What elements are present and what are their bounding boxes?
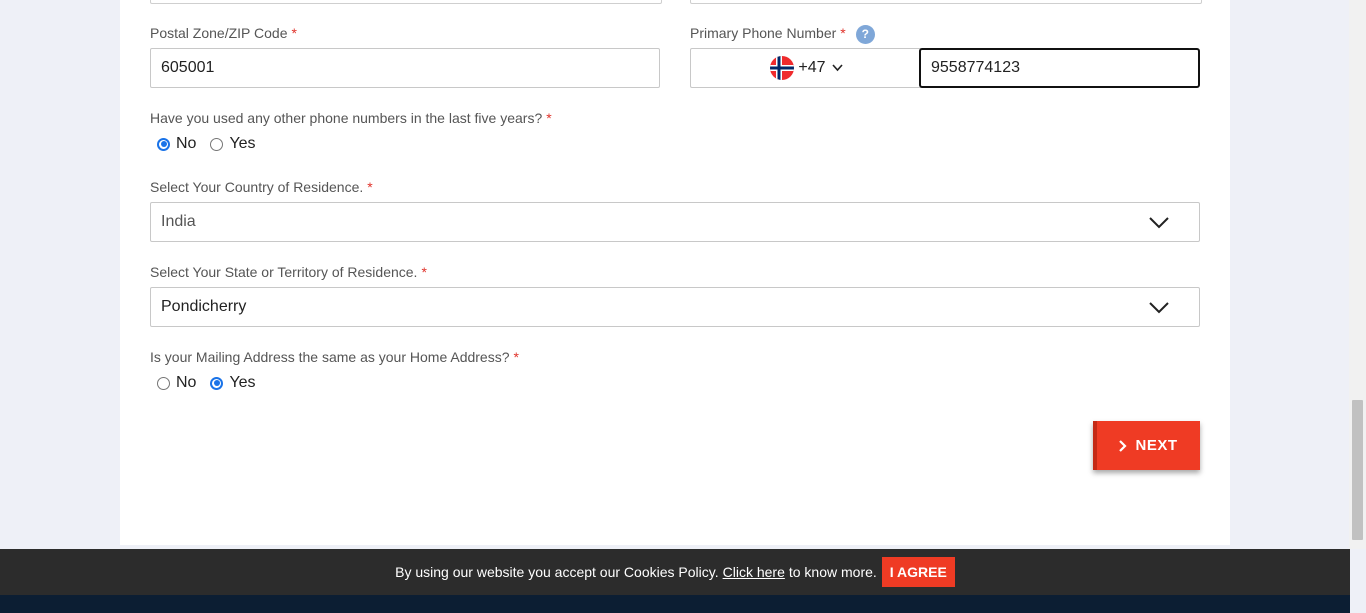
- previous-field-left[interactable]: [150, 0, 662, 4]
- form-card: Postal Zone/ZIP Code * 605001 Primary Pho…: [120, 0, 1230, 545]
- footer-strip: [0, 595, 1350, 613]
- state-label: Select Your State or Territory of Reside…: [150, 264, 427, 280]
- other-phones-radio-group: No Yes: [157, 135, 270, 153]
- cookie-text-after: to know more.: [788, 564, 877, 580]
- help-icon[interactable]: ?: [855, 25, 875, 44]
- mailing-same-yes-radio[interactable]: [210, 376, 224, 390]
- chevron-down-icon: [1149, 217, 1169, 229]
- chevron-down-icon: [831, 64, 843, 72]
- mailing-same-question: Is your Mailing Address the same as your…: [150, 349, 519, 365]
- mailing-same-no-radio[interactable]: [157, 376, 170, 390]
- other-phones-question: Have you used any other phone numbers in…: [150, 110, 552, 126]
- postal-label-text: Postal Zone/ZIP Code: [150, 25, 288, 41]
- country-code-select[interactable]: +47: [690, 48, 922, 88]
- postal-code-input[interactable]: 605001: [150, 48, 660, 88]
- other-phones-no-label[interactable]: No: [176, 135, 196, 153]
- chevron-right-icon: [1119, 439, 1128, 452]
- phone-label-text: Primary Phone Number: [690, 25, 837, 42]
- required-mark: *: [291, 25, 297, 41]
- required-mark: *: [546, 110, 552, 126]
- chevron-down-icon: [1149, 302, 1169, 314]
- mailing-same-question-text: Is your Mailing Address the same as your…: [150, 349, 510, 365]
- mailing-same-no-label[interactable]: No: [176, 374, 196, 392]
- country-select[interactable]: India: [150, 202, 1200, 242]
- cookie-banner: By using our website you accept our Cook…: [0, 549, 1350, 595]
- required-mark: *: [840, 25, 846, 42]
- country-label: Select Your Country of Residence. *: [150, 179, 373, 195]
- postal-label: Postal Zone/ZIP Code *: [150, 25, 297, 41]
- phone-number-input[interactable]: 9558774123: [919, 48, 1200, 88]
- other-phones-yes-label[interactable]: Yes: [229, 135, 255, 153]
- state-select-value: Pondicherry: [161, 298, 247, 315]
- norway-flag-icon: [770, 56, 795, 80]
- postal-code-value: 605001: [161, 59, 215, 76]
- required-mark: *: [513, 349, 519, 365]
- mailing-same-radio-group: No Yes: [157, 374, 270, 392]
- country-code-value: +47: [798, 59, 826, 76]
- phone-number-value: 9558774123: [931, 59, 1020, 76]
- state-select[interactable]: Pondicherry: [150, 287, 1200, 327]
- next-button[interactable]: NEXT: [1093, 421, 1200, 470]
- other-phones-question-text: Have you used any other phone numbers in…: [150, 110, 543, 126]
- scrollbar-thumb[interactable]: [1352, 400, 1363, 540]
- country-select-value: India: [161, 213, 196, 230]
- next-button-label: NEXT: [1135, 437, 1178, 454]
- other-phones-yes-radio[interactable]: [210, 137, 224, 151]
- cookie-text: By using our website you accept our Cook…: [395, 564, 719, 580]
- required-mark: *: [367, 179, 373, 195]
- mailing-same-yes-label[interactable]: Yes: [229, 374, 255, 392]
- other-phones-no-radio[interactable]: [157, 137, 170, 151]
- cookie-policy-link[interactable]: Click here: [723, 564, 785, 580]
- previous-field-right[interactable]: [690, 0, 1202, 4]
- state-label-text: Select Your State or Territory of Reside…: [150, 264, 418, 280]
- country-label-text: Select Your Country of Residence.: [150, 179, 364, 195]
- phone-label: Primary Phone Number *?: [690, 25, 875, 44]
- required-mark: *: [421, 264, 427, 280]
- agree-button[interactable]: I AGREE: [881, 557, 955, 587]
